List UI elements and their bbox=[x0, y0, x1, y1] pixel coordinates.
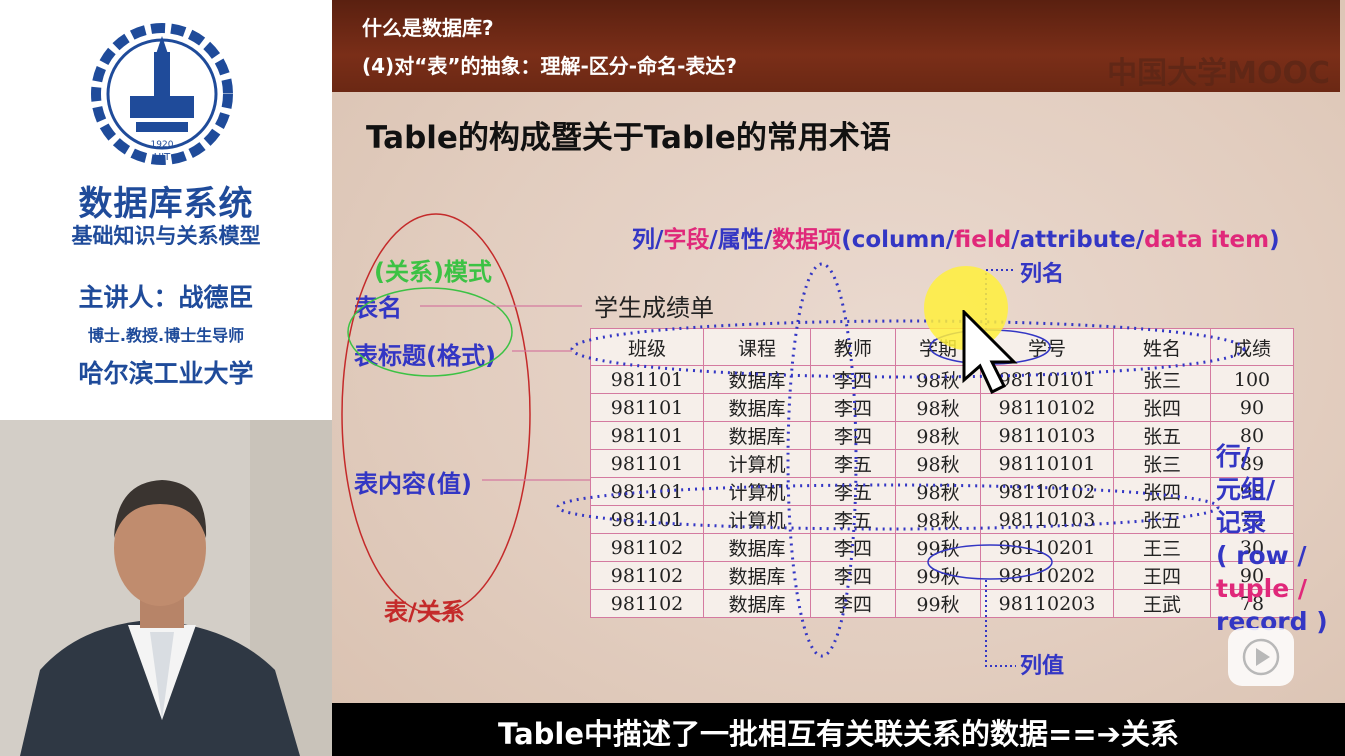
svg-text:1920: 1920 bbox=[151, 140, 174, 150]
course-info-panel: 1920 HIT 数据库系统 基础知识与关系模型 主讲人：战德臣 博士.教授.博… bbox=[0, 0, 332, 420]
tuple-row-ellipse bbox=[556, 483, 1220, 531]
column-ellipse bbox=[786, 262, 858, 658]
slide: 什么是数据库? (4)对“表”的抽象：理解-区分-命名-表达? 中国大学MOOC… bbox=[332, 0, 1345, 756]
svg-text:HIT: HIT bbox=[154, 152, 171, 163]
column-value-pointer bbox=[985, 580, 1016, 667]
caption-bar: Table中描述了一批相互有关联关系的数据==➔关系 bbox=[332, 703, 1345, 756]
course-title: 数据库系统 bbox=[78, 184, 254, 224]
header-row-ellipse bbox=[570, 319, 1246, 379]
schema-ellipse bbox=[347, 287, 513, 377]
bottom-caption: Table中描述了一批相互有关联关系的数据==➔关系 bbox=[498, 717, 1179, 751]
university-name: 哈尔滨工业大学 bbox=[78, 359, 254, 388]
column-value-ellipse bbox=[927, 544, 1053, 580]
play-button[interactable] bbox=[1228, 628, 1294, 686]
lecturer-title: 博士.教授.博士生导师 bbox=[87, 326, 245, 345]
lecturer-name: 主讲人：战德臣 bbox=[78, 283, 254, 312]
lecturer-figure bbox=[0, 420, 332, 756]
annotation-overlay bbox=[341, 213, 1246, 667]
cursor-arrow-icon bbox=[962, 310, 1018, 395]
relation-ellipse bbox=[341, 213, 531, 615]
hit-logo: 1920 HIT bbox=[91, 23, 233, 165]
course-subtitle: 基础知识与关系模型 bbox=[71, 224, 261, 248]
lecturer-video bbox=[0, 420, 332, 756]
play-icon bbox=[1242, 638, 1280, 676]
